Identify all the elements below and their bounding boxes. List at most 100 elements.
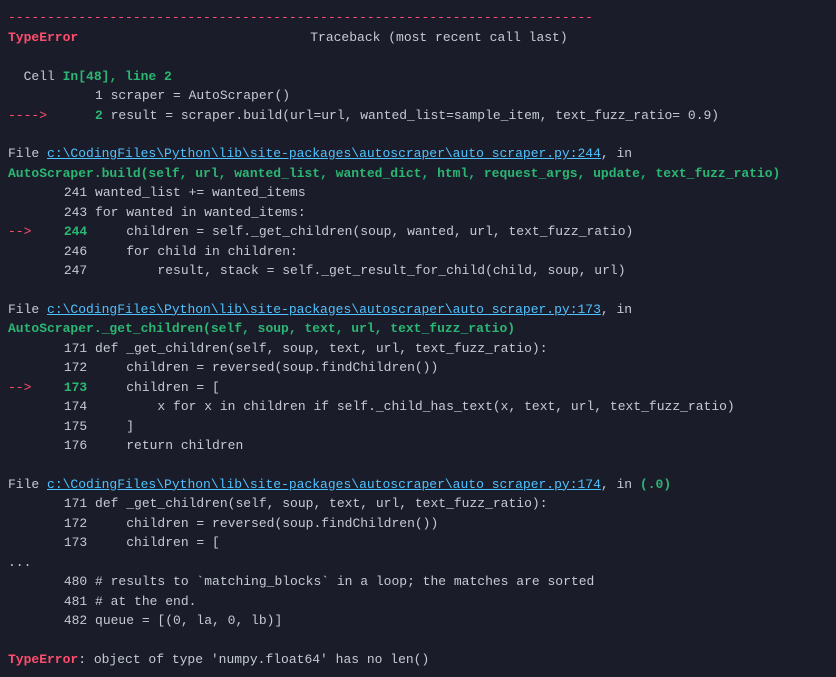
line-number: 241 [39, 183, 87, 203]
code-line: 176 return children [8, 436, 828, 456]
code-line: 247 result, stack = self._get_result_for… [8, 261, 828, 281]
line-number: 175 [39, 417, 87, 437]
line-label: line 2 [125, 69, 172, 84]
arrow-indent [8, 419, 39, 434]
arrow-indent: ----> [8, 108, 55, 123]
arrow-indent [8, 438, 39, 453]
code-line: 172 children = reversed(soup.findChildre… [8, 358, 828, 378]
cell-header: Cell In[48], line 2 [8, 47, 828, 86]
code-line: 243 for wanted in wanted_items: [8, 203, 828, 223]
line-number: 1 [55, 86, 103, 106]
code-text: # results to `matching_blocks` in a loop… [87, 574, 594, 589]
code-text: def _get_children(self, soup, text, url,… [87, 496, 547, 511]
arrow-indent [8, 244, 39, 259]
line-number: 246 [39, 242, 87, 262]
code-text: x for x in children if self._child_has_t… [87, 399, 735, 414]
error-type: TypeError [8, 28, 78, 48]
in-suffix: , in [601, 146, 632, 161]
signature: AutoScraper._get_children(self, soup, te… [8, 319, 828, 339]
file-link[interactable]: c:\CodingFiles\Python\lib\site-packages\… [47, 302, 601, 317]
line-number: 173 [39, 533, 87, 553]
line-number: 247 [39, 261, 87, 281]
arrow-indent [8, 574, 39, 589]
signature: AutoScraper.build(self, url, wanted_list… [8, 164, 828, 184]
code-text: def _get_children(self, soup, text, url,… [87, 341, 547, 356]
traceback-label: Traceback (most recent call last) [310, 28, 567, 48]
line-number: 171 [39, 339, 87, 359]
code-text: for wanted in wanted_items: [87, 205, 305, 220]
code-line: 480 # results to `matching_blocks` in a … [8, 572, 828, 592]
file-prefix: File [8, 477, 47, 492]
file-header: File c:\CodingFiles\Python\lib\site-pack… [8, 300, 828, 320]
arrow-indent [8, 205, 39, 220]
code-line: 246 for child in children: [8, 242, 828, 262]
arrow-indent: --> [8, 224, 39, 239]
line-number: 173 [39, 378, 87, 398]
signature-text: (.0) [640, 477, 671, 492]
arrow-indent [8, 88, 55, 103]
arrow-indent [8, 496, 39, 511]
code-line: ----> 2 result = scraper.build(url=url, … [8, 106, 828, 126]
arrow-indent [8, 185, 39, 200]
code-text: for child in children: [87, 244, 298, 259]
code-line: 171 def _get_children(self, soup, text, … [8, 494, 828, 514]
arrow-indent [8, 341, 39, 356]
arrow-indent [8, 516, 39, 531]
file-link[interactable]: c:\CodingFiles\Python\lib\site-packages\… [47, 477, 601, 492]
error-header: TypeError Traceback (most recent call la… [8, 28, 828, 48]
code-line: 1 scraper = AutoScraper() [8, 86, 828, 106]
file-header: File c:\CodingFiles\Python\lib\site-pack… [8, 144, 828, 164]
ellipsis: ... [8, 553, 828, 573]
signature-text: AutoScraper._get_children(self, soup, te… [8, 321, 515, 336]
code-text: children = [ [87, 535, 220, 550]
line-number: 171 [39, 494, 87, 514]
in-label: In[48] [63, 69, 110, 84]
code-line: 175 ] [8, 417, 828, 437]
code-line: --> 244 children = self._get_children(so… [8, 222, 828, 242]
code-text: children = [ [87, 380, 220, 395]
line-number: 172 [39, 358, 87, 378]
line-number: 174 [39, 397, 87, 417]
error-footer: TypeError: object of type 'numpy.float64… [8, 650, 828, 670]
code-line: --> 173 children = [ [8, 378, 828, 398]
signature-text: AutoScraper.build(self, url, wanted_list… [8, 166, 780, 181]
in-suffix: , in [601, 477, 640, 492]
ellipsis-text: ... [8, 555, 31, 570]
error-message: : object of type 'numpy.float64' has no … [78, 652, 429, 667]
code-text: # at the end. [87, 594, 196, 609]
code-text: ] [87, 419, 134, 434]
code-line: 171 def _get_children(self, soup, text, … [8, 339, 828, 359]
arrow-indent [8, 613, 39, 628]
file-prefix: File [8, 146, 47, 161]
code-text: wanted_list += wanted_items [87, 185, 305, 200]
in-suffix: , in [601, 302, 632, 317]
code-text: result = scraper.build(url=url, wanted_l… [103, 108, 719, 123]
code-text: children = self._get_children(soup, want… [87, 224, 633, 239]
line-number: 482 [39, 611, 87, 631]
code-text: result, stack = self._get_result_for_chi… [87, 263, 625, 278]
code-line: 174 x for x in children if self._child_h… [8, 397, 828, 417]
cell-prefix: Cell [24, 69, 63, 84]
code-line: 241 wanted_list += wanted_items [8, 183, 828, 203]
code-line: 173 children = [ [8, 533, 828, 553]
code-text: children = reversed(soup.findChildren()) [87, 516, 438, 531]
code-line: 172 children = reversed(soup.findChildre… [8, 514, 828, 534]
line-number: 243 [39, 203, 87, 223]
arrow-indent: --> [8, 380, 39, 395]
line-number: 481 [39, 592, 87, 612]
file-prefix: File [8, 302, 47, 317]
separator-line: ----------------------------------------… [8, 8, 828, 28]
line-number: 2 [55, 106, 103, 126]
arrow-indent [8, 263, 39, 278]
code-line: 482 queue = [(0, la, 0, lb)] [8, 611, 828, 631]
arrow-indent [8, 535, 39, 550]
arrow-indent [8, 360, 39, 375]
file-link[interactable]: c:\CodingFiles\Python\lib\site-packages\… [47, 146, 601, 161]
code-text: scraper = AutoScraper() [103, 88, 290, 103]
line-number: 244 [39, 222, 87, 242]
error-type: TypeError [8, 652, 78, 667]
code-text: children = reversed(soup.findChildren()) [87, 360, 438, 375]
line-sep: , [109, 69, 125, 84]
line-number: 172 [39, 514, 87, 534]
code-line: 481 # at the end. [8, 592, 828, 612]
